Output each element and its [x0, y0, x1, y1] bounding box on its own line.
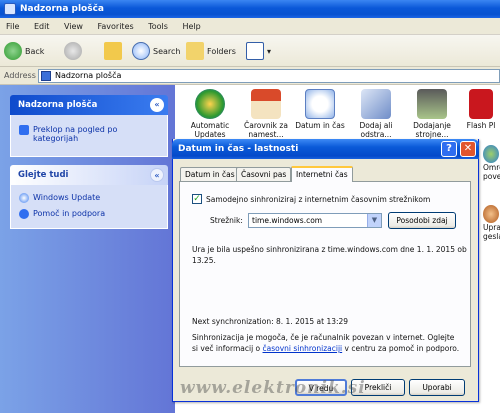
- chevron-down-icon[interactable]: ▼: [367, 214, 381, 227]
- date-time-properties-dialog: Datum in čas - lastnosti ? ✕ Datum in ča…: [172, 139, 479, 402]
- server-value: time.windows.com: [252, 216, 323, 225]
- chevron-down-icon: ▾: [267, 46, 272, 56]
- address-bar: Address Nadzorna plošča: [0, 67, 500, 85]
- up-folder-button[interactable]: [104, 40, 125, 62]
- close-button[interactable]: ✕: [460, 141, 476, 157]
- user-accounts-item[interactable]: Upra gesla: [483, 205, 500, 241]
- help-button[interactable]: ?: [441, 141, 457, 157]
- folders-button[interactable]: Folders: [186, 40, 236, 62]
- panel-control-panel-body: Preklop na pogled po kategorijah: [10, 115, 168, 157]
- add-hardware-item[interactable]: Dodajanje strojne...: [407, 89, 457, 139]
- address-field[interactable]: Nadzorna plošča: [38, 69, 500, 83]
- menu-view[interactable]: View: [58, 18, 89, 35]
- switch-to-category-view-link[interactable]: Preklop na pogled po kategorijah: [19, 125, 159, 143]
- server-label: Strežnik:: [210, 216, 243, 225]
- toolbar: Back Search Folders ▾: [0, 35, 500, 67]
- menu-help[interactable]: Help: [176, 18, 206, 35]
- watermark: www.elektronik.si: [180, 378, 366, 398]
- back-arrow-icon: [4, 42, 22, 60]
- window-titlebar: Nadzorna plošča: [0, 0, 500, 18]
- sync-status-line2: 13.25.: [192, 256, 216, 265]
- date-and-time-item[interactable]: Datum in čas: [295, 89, 345, 130]
- address-label: Address: [4, 71, 36, 80]
- menu-bar: File Edit View Favorites Tools Help: [0, 18, 500, 35]
- back-button[interactable]: Back: [4, 40, 44, 62]
- automatic-updates-icon: [195, 89, 225, 119]
- window-title: Nadzorna plošča: [20, 4, 104, 14]
- info-line1: Sinhronizacija je mogoča, če je računaln…: [192, 333, 455, 342]
- forward-button[interactable]: [64, 40, 85, 62]
- flash-player-item[interactable]: Flash Pl: [461, 89, 500, 130]
- network-globe-icon: [483, 145, 499, 163]
- automatic-updates-item[interactable]: Automatic Updates: [185, 89, 235, 139]
- dialog-title: Datum in čas - lastnosti: [178, 144, 299, 154]
- network-connections-item[interactable]: Omre pove: [483, 145, 500, 181]
- menu-tools[interactable]: Tools: [142, 18, 174, 35]
- up-folder-icon: [104, 42, 122, 60]
- views-icon: [246, 42, 264, 60]
- internet-time-panel: ✓ Samodejno sinhroniziraj z internetnim …: [179, 181, 471, 367]
- panel-see-also-body: Windows Update Pomoč in podpora: [10, 185, 168, 229]
- add-remove-programs-item[interactable]: Dodaj ali odstra...: [351, 89, 401, 139]
- users-icon: [483, 205, 499, 223]
- clock-icon: [305, 89, 335, 119]
- address-value: Nadzorna plošča: [55, 71, 122, 80]
- house-icon: [251, 89, 281, 119]
- flash-icon: [469, 89, 493, 119]
- help-and-support-link[interactable]: Pomoč in podpora: [19, 209, 105, 219]
- windows-update-icon: [19, 193, 29, 203]
- auto-sync-checkbox[interactable]: ✓: [192, 194, 202, 204]
- panel-control-panel-header[interactable]: Nadzorna plošča «: [10, 95, 168, 115]
- menu-file[interactable]: File: [0, 18, 25, 35]
- search-icon: [132, 42, 150, 60]
- category-view-icon: [19, 125, 29, 135]
- collapse-icon[interactable]: «: [150, 98, 164, 112]
- menu-favorites[interactable]: Favorites: [92, 18, 140, 35]
- dialog-titlebar: Datum in čas - lastnosti ? ✕: [172, 139, 479, 159]
- folders-icon: [186, 42, 204, 60]
- collapse-icon[interactable]: «: [150, 168, 164, 182]
- search-button[interactable]: Search: [132, 40, 180, 62]
- control-panel-icon: [41, 71, 51, 81]
- network-setup-wizard-item[interactable]: Čarovnik za namest...: [241, 89, 291, 139]
- apply-button[interactable]: Uporabi: [409, 379, 465, 396]
- tab-time-zone[interactable]: Časovni pas: [236, 167, 292, 181]
- server-select[interactable]: time.windows.com ▼: [248, 213, 382, 228]
- tab-date-time[interactable]: Datum in čas: [180, 167, 240, 181]
- forward-arrow-icon: [64, 42, 82, 60]
- hardware-icon: [417, 89, 447, 119]
- programs-box-icon: [361, 89, 391, 119]
- info-line2: si več informacij o časovni sinhronizaci…: [192, 344, 460, 353]
- sync-status-line1: Ura je bila uspešno sinhronizirana z tim…: [192, 245, 467, 254]
- windows-update-link[interactable]: Windows Update: [19, 193, 100, 203]
- next-sync-text: Next synchronization: 8. 1. 2015 at 13:2…: [192, 317, 349, 326]
- auto-sync-label: Samodejno sinhroniziraj z internetnim ča…: [206, 195, 431, 204]
- views-button[interactable]: ▾: [246, 40, 271, 62]
- tab-internet-time[interactable]: Internetni čas: [291, 166, 353, 182]
- task-pane: Nadzorna plošča « Preklop na pogled po k…: [0, 85, 175, 413]
- menu-edit[interactable]: Edit: [28, 18, 56, 35]
- update-now-button[interactable]: Posodobi zdaj: [388, 212, 456, 229]
- control-panel-icon: [4, 3, 16, 15]
- panel-see-also-header[interactable]: Glejte tudi «: [10, 165, 168, 185]
- time-sync-help-link[interactable]: časovni sinhronizaciji: [263, 344, 343, 353]
- help-icon: [19, 209, 29, 219]
